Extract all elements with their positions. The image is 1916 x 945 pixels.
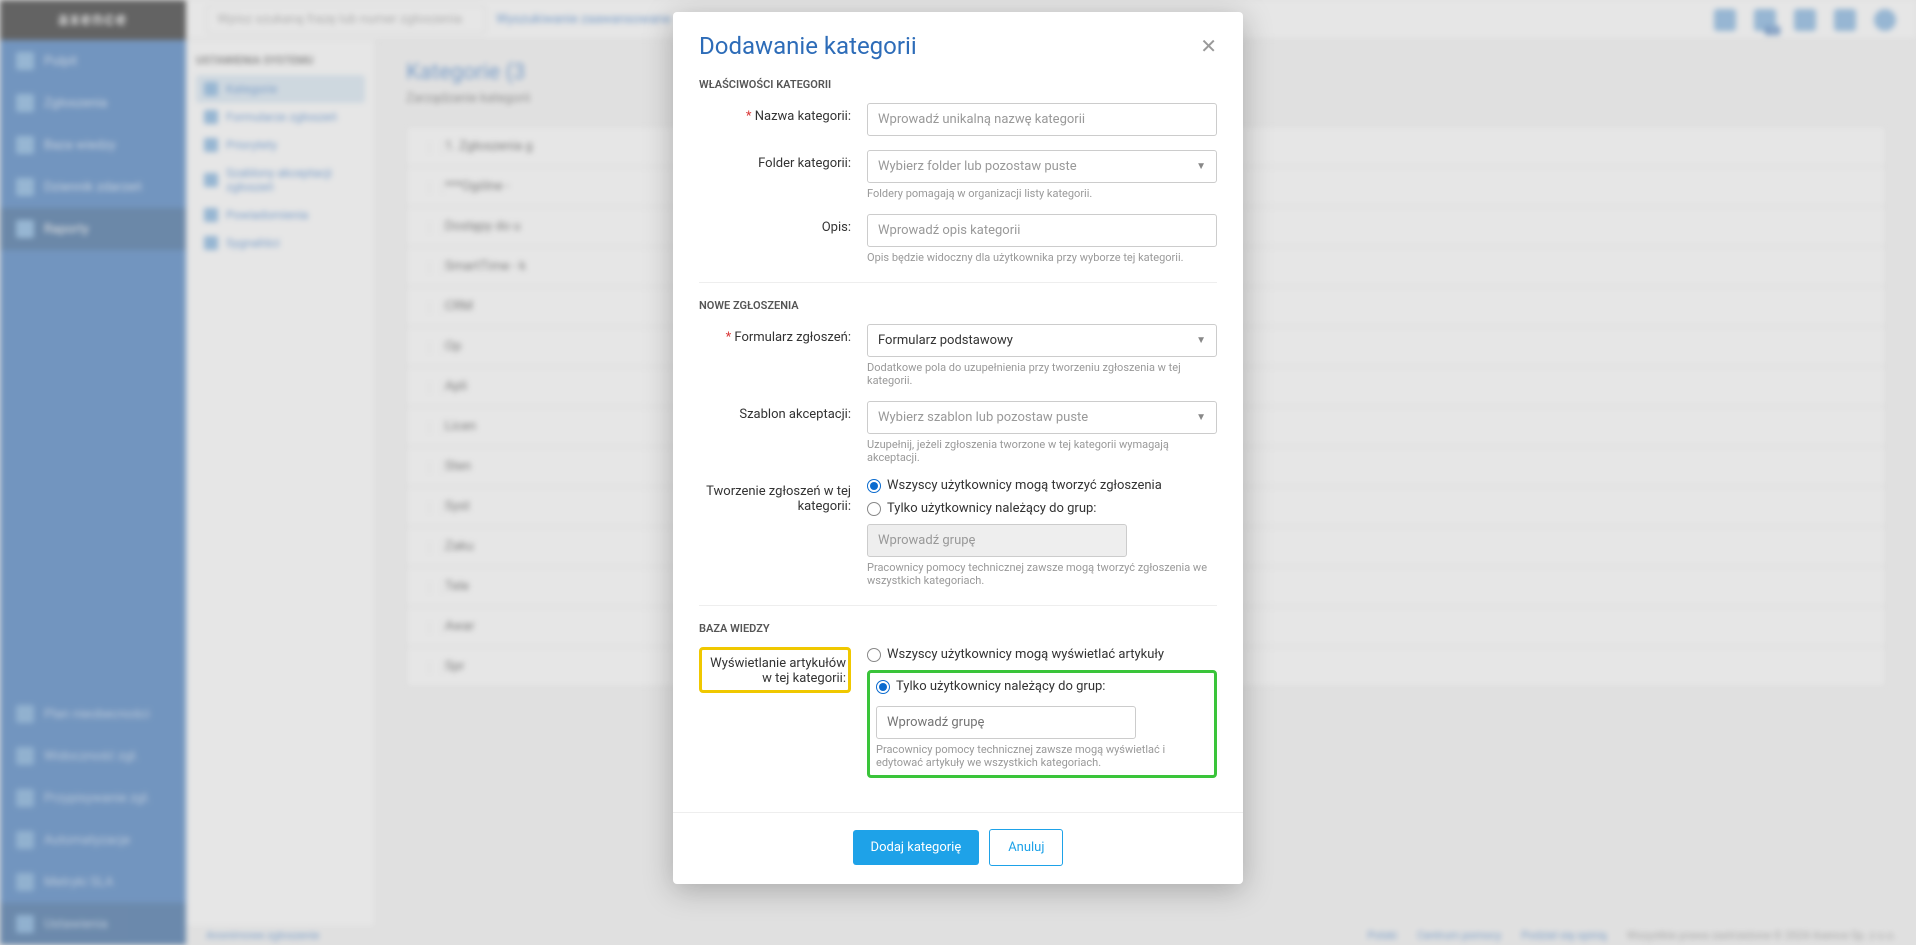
radio-icon — [867, 502, 881, 516]
modal-title: Dodawanie kategorii — [699, 32, 917, 60]
section-properties: WŁAŚCIWOŚCI KATEGORII — [699, 78, 1217, 91]
label-desc: Opis: — [699, 214, 867, 264]
label-name: Nazwa kategorii: — [699, 103, 867, 136]
modal-overlay: Dodawanie kategorii ✕ WŁAŚCIWOŚCI KATEGO… — [0, 0, 1916, 945]
radio-create-all[interactable]: Wszyscy użytkownicy mogą tworzyć zgłosze… — [867, 478, 1217, 493]
label-create: Tworzenie zgłoszeń w tej kategorii: — [699, 478, 867, 587]
template-help: Uzupełnij, jeżeli zgłoszenia tworzone w … — [867, 438, 1217, 464]
radio-icon — [876, 680, 890, 694]
view-group-input[interactable] — [876, 706, 1136, 739]
label-folder: Folder kategorii: — [699, 150, 867, 200]
form-select[interactable]: Formularz podstawowy▼ — [867, 324, 1217, 357]
form-help: Dodatkowe pola do uzupełnienia przy twor… — [867, 361, 1217, 387]
add-category-button[interactable]: Dodaj kategorię — [853, 830, 980, 865]
folder-help: Foldery pomagają w organizacji listy kat… — [867, 187, 1217, 200]
radio-view-groups[interactable]: Tylko użytkownicy należący do grup: — [876, 679, 1208, 694]
label-form: Formularz zgłoszeń: — [699, 324, 867, 387]
desc-input[interactable] — [867, 214, 1217, 247]
template-select[interactable]: Wybierz szablon lub pozostaw puste▼ — [867, 401, 1217, 434]
section-kb: BAZA WIEDZY — [699, 605, 1217, 635]
section-new-tickets: NOWE ZGŁOSZENIA — [699, 282, 1217, 312]
view-help: Pracownicy pomocy technicznej zawsze mog… — [876, 743, 1208, 769]
radio-icon — [867, 648, 881, 662]
name-input[interactable] — [867, 103, 1217, 136]
cancel-button[interactable]: Anuluj — [989, 829, 1063, 866]
radio-icon — [867, 479, 881, 493]
close-icon[interactable]: ✕ — [1200, 34, 1217, 58]
desc-help: Opis będzie widoczny dla użytkownika prz… — [867, 251, 1217, 264]
radio-create-groups[interactable]: Tylko użytkownicy należący do grup: — [867, 501, 1217, 516]
label-template: Szablon akceptacji: — [699, 401, 867, 464]
create-group-input: Wprowadź grupę — [867, 524, 1127, 557]
chevron-down-icon: ▼ — [1196, 335, 1206, 346]
chevron-down-icon: ▼ — [1196, 161, 1206, 172]
radio-view-all[interactable]: Wszyscy użytkownicy mogą wyświetlać arty… — [867, 647, 1217, 662]
folder-select[interactable]: Wybierz folder lub pozostaw puste▼ — [867, 150, 1217, 183]
chevron-down-icon: ▼ — [1196, 412, 1206, 423]
create-help: Pracownicy pomocy technicznej zawsze mog… — [867, 561, 1217, 587]
modal-add-category: Dodawanie kategorii ✕ WŁAŚCIWOŚCI KATEGO… — [673, 12, 1243, 884]
label-view: Wyświetlanie artykułów w tej kategorii: — [699, 647, 867, 693]
